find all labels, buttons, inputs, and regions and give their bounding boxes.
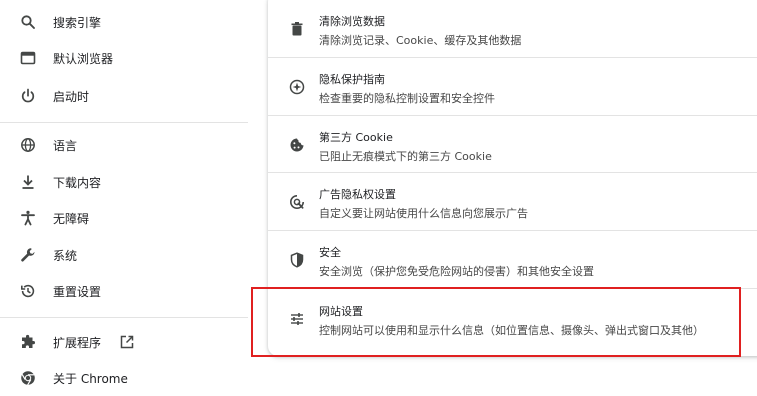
sidebar-item-reset-settings[interactable]: 重置设置	[0, 275, 250, 307]
privacy-guide-icon	[288, 78, 306, 96]
privacy-row-security[interactable]: 安全 安全浏览（保护您免受危险网站的侵害）和其他安全设置	[268, 231, 757, 288]
download-icon	[19, 173, 37, 191]
row-title: 清除浏览数据	[319, 15, 385, 28]
row-subtitle: 检查重要的隐私控制设置和安全控件	[319, 92, 495, 105]
search-icon	[19, 13, 37, 31]
shield-icon	[288, 251, 306, 269]
sidebar-item-label: 下载内容	[53, 175, 102, 190]
open-in-new-icon[interactable]	[119, 334, 135, 350]
settings-page: 搜索引擎 默认浏览器 启动时 语言 下载内容 无障碍 系统 重置设置 扩展程序 …	[0, 0, 757, 396]
sidebar-item-on-startup[interactable]: 启动时	[0, 80, 250, 112]
row-title: 隐私保护指南	[319, 73, 385, 86]
row-subtitle: 自定义要让网站使用什么信息向您展示广告	[319, 207, 528, 220]
sidebar-item-system[interactable]: 系统	[0, 239, 250, 271]
row-subtitle: 安全浏览（保护您免受危险网站的侵害）和其他安全设置	[319, 265, 594, 278]
row-subtitle: 控制网站可以使用和显示什么信息（如位置信息、摄像头、弹出式窗口及其他）	[319, 324, 704, 337]
row-title: 第三方 Cookie	[319, 131, 393, 144]
sidebar-item-label: 扩展程序	[53, 335, 102, 350]
sidebar-divider	[0, 122, 248, 123]
sidebar-item-label: 系统	[53, 248, 78, 263]
puzzle-icon	[19, 333, 37, 351]
sidebar-item-accessibility[interactable]: 无障碍	[0, 202, 250, 234]
tune-sliders-icon	[288, 310, 306, 328]
reset-history-icon	[19, 282, 37, 300]
sidebar-item-label: 搜索引擎	[53, 15, 102, 30]
row-title: 网站设置	[319, 305, 363, 318]
ad-privacy-icon	[288, 193, 306, 211]
privacy-row-third-party-cookies[interactable]: 第三方 Cookie 已阻止无痕模式下的第三方 Cookie	[268, 116, 757, 173]
wrench-icon	[19, 246, 37, 264]
sidebar-item-languages[interactable]: 语言	[0, 129, 250, 161]
privacy-row-site-settings[interactable]: 网站设置 控制网站可以使用和显示什么信息（如位置信息、摄像头、弹出式窗口及其他）	[268, 290, 757, 347]
sidebar-item-label: 重置设置	[53, 284, 102, 299]
power-icon	[19, 87, 37, 105]
accessibility-icon	[19, 209, 37, 227]
privacy-row-clear-browsing-data[interactable]: 清除浏览数据 清除浏览记录、Cookie、缓存及其他数据	[268, 0, 757, 57]
sidebar-item-label: 无障碍	[53, 211, 90, 226]
sidebar-item-about-chrome[interactable]: 关于 Chrome	[0, 362, 250, 394]
row-title: 广告隐私权设置	[319, 188, 396, 201]
privacy-row-ad-privacy[interactable]: 广告隐私权设置 自定义要让网站使用什么信息向您展示广告	[268, 173, 757, 230]
trash-icon	[288, 20, 306, 38]
sidebar-item-label: 语言	[53, 138, 78, 153]
row-divider	[268, 288, 757, 289]
sidebar-item-label: 默认浏览器	[53, 51, 114, 66]
privacy-row-privacy-guide[interactable]: 隐私保护指南 检查重要的隐私控制设置和安全控件	[268, 58, 757, 115]
browser-window-icon	[19, 49, 37, 67]
sidebar-item-extensions[interactable]: 扩展程序	[0, 326, 250, 358]
globe-icon	[19, 136, 37, 154]
settings-sidebar: 搜索引擎 默认浏览器 启动时 语言 下载内容 无障碍 系统 重置设置 扩展程序 …	[0, 0, 250, 396]
sidebar-item-search-engine[interactable]: 搜索引擎	[0, 6, 250, 38]
sidebar-item-label: 关于 Chrome	[53, 371, 128, 386]
row-title: 安全	[319, 246, 341, 259]
chrome-logo-icon	[19, 369, 37, 387]
row-subtitle: 清除浏览记录、Cookie、缓存及其他数据	[319, 34, 522, 47]
sidebar-item-label: 启动时	[53, 89, 90, 104]
row-subtitle: 已阻止无痕模式下的第三方 Cookie	[319, 150, 492, 163]
sidebar-divider	[0, 317, 248, 318]
sidebar-item-downloads[interactable]: 下载内容	[0, 166, 250, 198]
cookie-icon	[288, 136, 306, 154]
sidebar-item-default-browser[interactable]: 默认浏览器	[0, 42, 250, 74]
